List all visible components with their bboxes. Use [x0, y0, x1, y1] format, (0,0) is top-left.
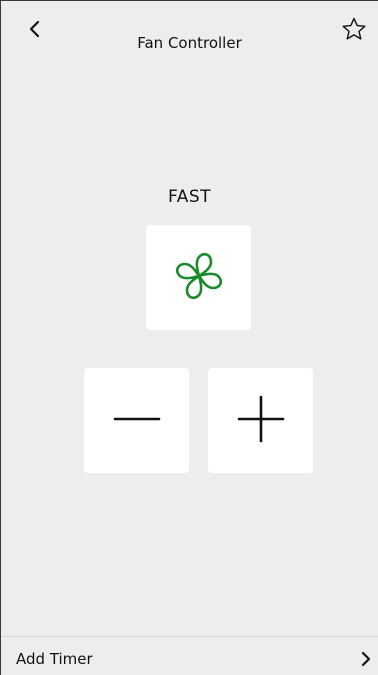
fan-icon: [169, 246, 229, 310]
favorite-button[interactable]: [334, 11, 374, 51]
plus-icon: [236, 394, 286, 448]
decrease-speed-button[interactable]: [84, 368, 189, 473]
chevron-right-icon: [356, 649, 376, 669]
star-outline-icon: [341, 16, 367, 46]
fan-status-tile: [146, 225, 251, 330]
page-title: Fan Controller: [137, 34, 242, 52]
header-bar: Fan Controller: [1, 1, 378, 61]
add-timer-row[interactable]: Add Timer: [1, 636, 378, 675]
minus-icon: [112, 394, 162, 448]
fan-speed-label: FAST: [167, 187, 212, 207]
app-screen: Fan Controller FAST Add Timer: [0, 0, 378, 675]
add-timer-label: Add Timer: [16, 650, 93, 668]
increase-speed-button[interactable]: [208, 368, 313, 473]
